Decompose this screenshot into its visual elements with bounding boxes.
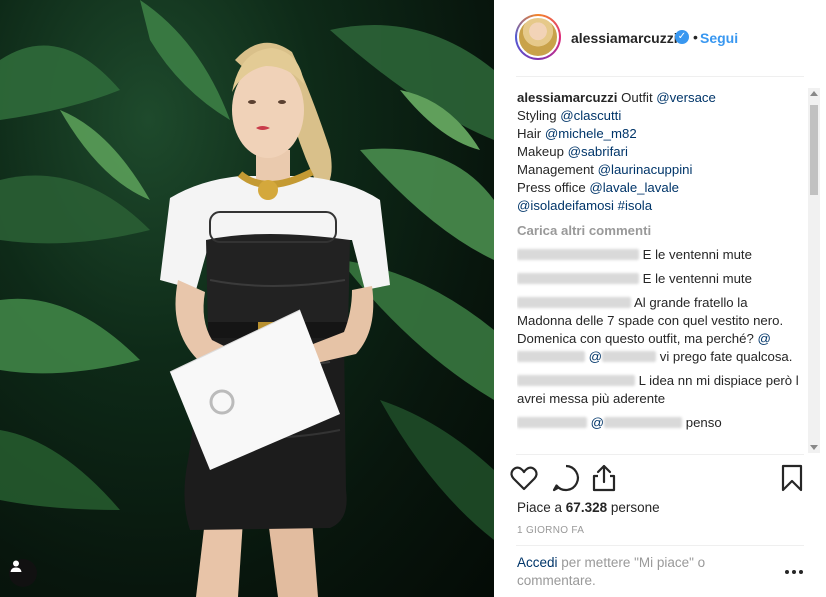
caption-text: Styling [517, 108, 561, 123]
redacted-mention[interactable]: @ [589, 349, 657, 364]
caption-line: Styling @clascutti [517, 107, 799, 125]
comment-text: E le ventenni mute [642, 271, 752, 286]
likes-count[interactable]: Piace a 67.328 persone [517, 500, 660, 515]
post-timestamp[interactable]: 1 GIORNO FA [517, 525, 584, 536]
comment-button[interactable] [550, 462, 582, 494]
redacted-username[interactable] [517, 375, 635, 386]
comment-text: penso [685, 415, 722, 430]
photo-illustration [0, 0, 494, 597]
login-prompt: Accedi per mettere "Mi piace" o commenta… [517, 554, 747, 590]
caption-mention[interactable]: @lavale_lavale [589, 180, 679, 195]
redacted-mention-name [517, 351, 585, 362]
comments-list: alessiamarcuzzi Outfit @versace Styling … [517, 89, 799, 452]
caption-mention[interactable]: @isoladeifamosi #isola [517, 198, 652, 213]
redacted-username[interactable] [517, 273, 639, 284]
share-icon [592, 464, 616, 492]
caption-text: Outfit [621, 90, 657, 105]
caption-mention[interactable]: @sabrifari [568, 144, 628, 159]
redacted-mention[interactable]: @ [591, 415, 683, 430]
scroll-down-arrow-icon[interactable] [810, 445, 818, 450]
post-side-panel: alessiamarcuzzi ✓ • Segui alessiamarcuzz… [494, 0, 826, 597]
post-caption: alessiamarcuzzi Outfit @versace Styling … [517, 89, 799, 215]
share-button[interactable] [588, 462, 620, 494]
instagram-post: alessiamarcuzzi ✓ • Segui alessiamarcuzz… [0, 0, 826, 597]
likes-number: 67.328 [565, 500, 608, 515]
caption-mention[interactable]: @clascutti [560, 108, 621, 123]
login-divider [516, 545, 804, 546]
caption-line: Press office @lavale_lavale [517, 179, 799, 197]
caption-line: Hair @michele_m82 [517, 125, 799, 143]
more-options-button[interactable] [782, 562, 806, 582]
user-tag-button[interactable] [9, 559, 37, 587]
caption-mention[interactable]: @michele_m82 [545, 126, 637, 141]
caption-text: Press office [517, 180, 590, 195]
login-link[interactable]: Accedi [517, 555, 558, 570]
redacted-username[interactable] [517, 417, 587, 428]
post-header: alessiamarcuzzi ✓ • Segui [494, 0, 826, 76]
caption-line: alessiamarcuzzi Outfit @versace [517, 89, 799, 107]
post-actions [508, 462, 814, 494]
avatar-image [517, 16, 559, 58]
like-button[interactable] [508, 462, 540, 494]
caption-line: @isoladeifamosi #isola [517, 197, 799, 215]
caption-mention[interactable]: @laurinacuppini [598, 162, 693, 177]
redacted-mention-name [604, 417, 683, 428]
caption-username[interactable]: alessiamarcuzzi [517, 90, 617, 105]
scroll-up-arrow-icon[interactable] [810, 91, 818, 96]
comment-text: E le ventenni mute [642, 247, 752, 262]
scrollbar-thumb[interactable] [810, 105, 818, 195]
comment-text-tail: vi prego fate qualcosa. [659, 349, 793, 364]
caption-line: Management @laurinacuppini [517, 161, 799, 179]
header-separator: • [693, 29, 698, 45]
caption-text: Hair [517, 126, 545, 141]
likes-prefix: Piace a [517, 500, 563, 515]
comment-item: @ penso [517, 414, 799, 432]
redacted-username[interactable] [517, 249, 639, 260]
comment-item: E le ventenni mute [517, 270, 799, 288]
comment-item: E le ventenni mute [517, 246, 799, 264]
save-button[interactable] [776, 462, 808, 494]
comments-scrollbar[interactable] [808, 88, 820, 453]
redacted-mention-name [602, 351, 657, 362]
header-divider [516, 76, 804, 77]
comment-icon [552, 464, 579, 492]
caption-mention[interactable]: @versace [656, 90, 716, 105]
more-icon [785, 570, 803, 574]
profile-avatar[interactable] [515, 14, 561, 60]
comment-item: L idea nn mi dispiace però l avrei messa… [517, 372, 799, 408]
verified-badge-icon: ✓ [675, 30, 689, 44]
follow-button[interactable]: Segui [700, 30, 738, 46]
caption-line: Makeup @sabrifari [517, 143, 799, 161]
user-tag-icon [10, 560, 22, 572]
load-more-comments-button[interactable]: Carica altri commenti [517, 222, 799, 240]
caption-text: Makeup [517, 144, 568, 159]
likes-suffix: persone [610, 500, 660, 515]
bookmark-icon [781, 464, 803, 492]
caption-text: Management [517, 162, 598, 177]
actions-divider [516, 454, 804, 455]
redacted-username[interactable] [517, 297, 631, 308]
post-photo[interactable] [0, 0, 494, 597]
heart-icon [510, 466, 538, 491]
comment-item: Al grande fratello la Madonna delle 7 sp… [517, 294, 799, 366]
header-username[interactable]: alessiamarcuzzi [571, 30, 678, 46]
